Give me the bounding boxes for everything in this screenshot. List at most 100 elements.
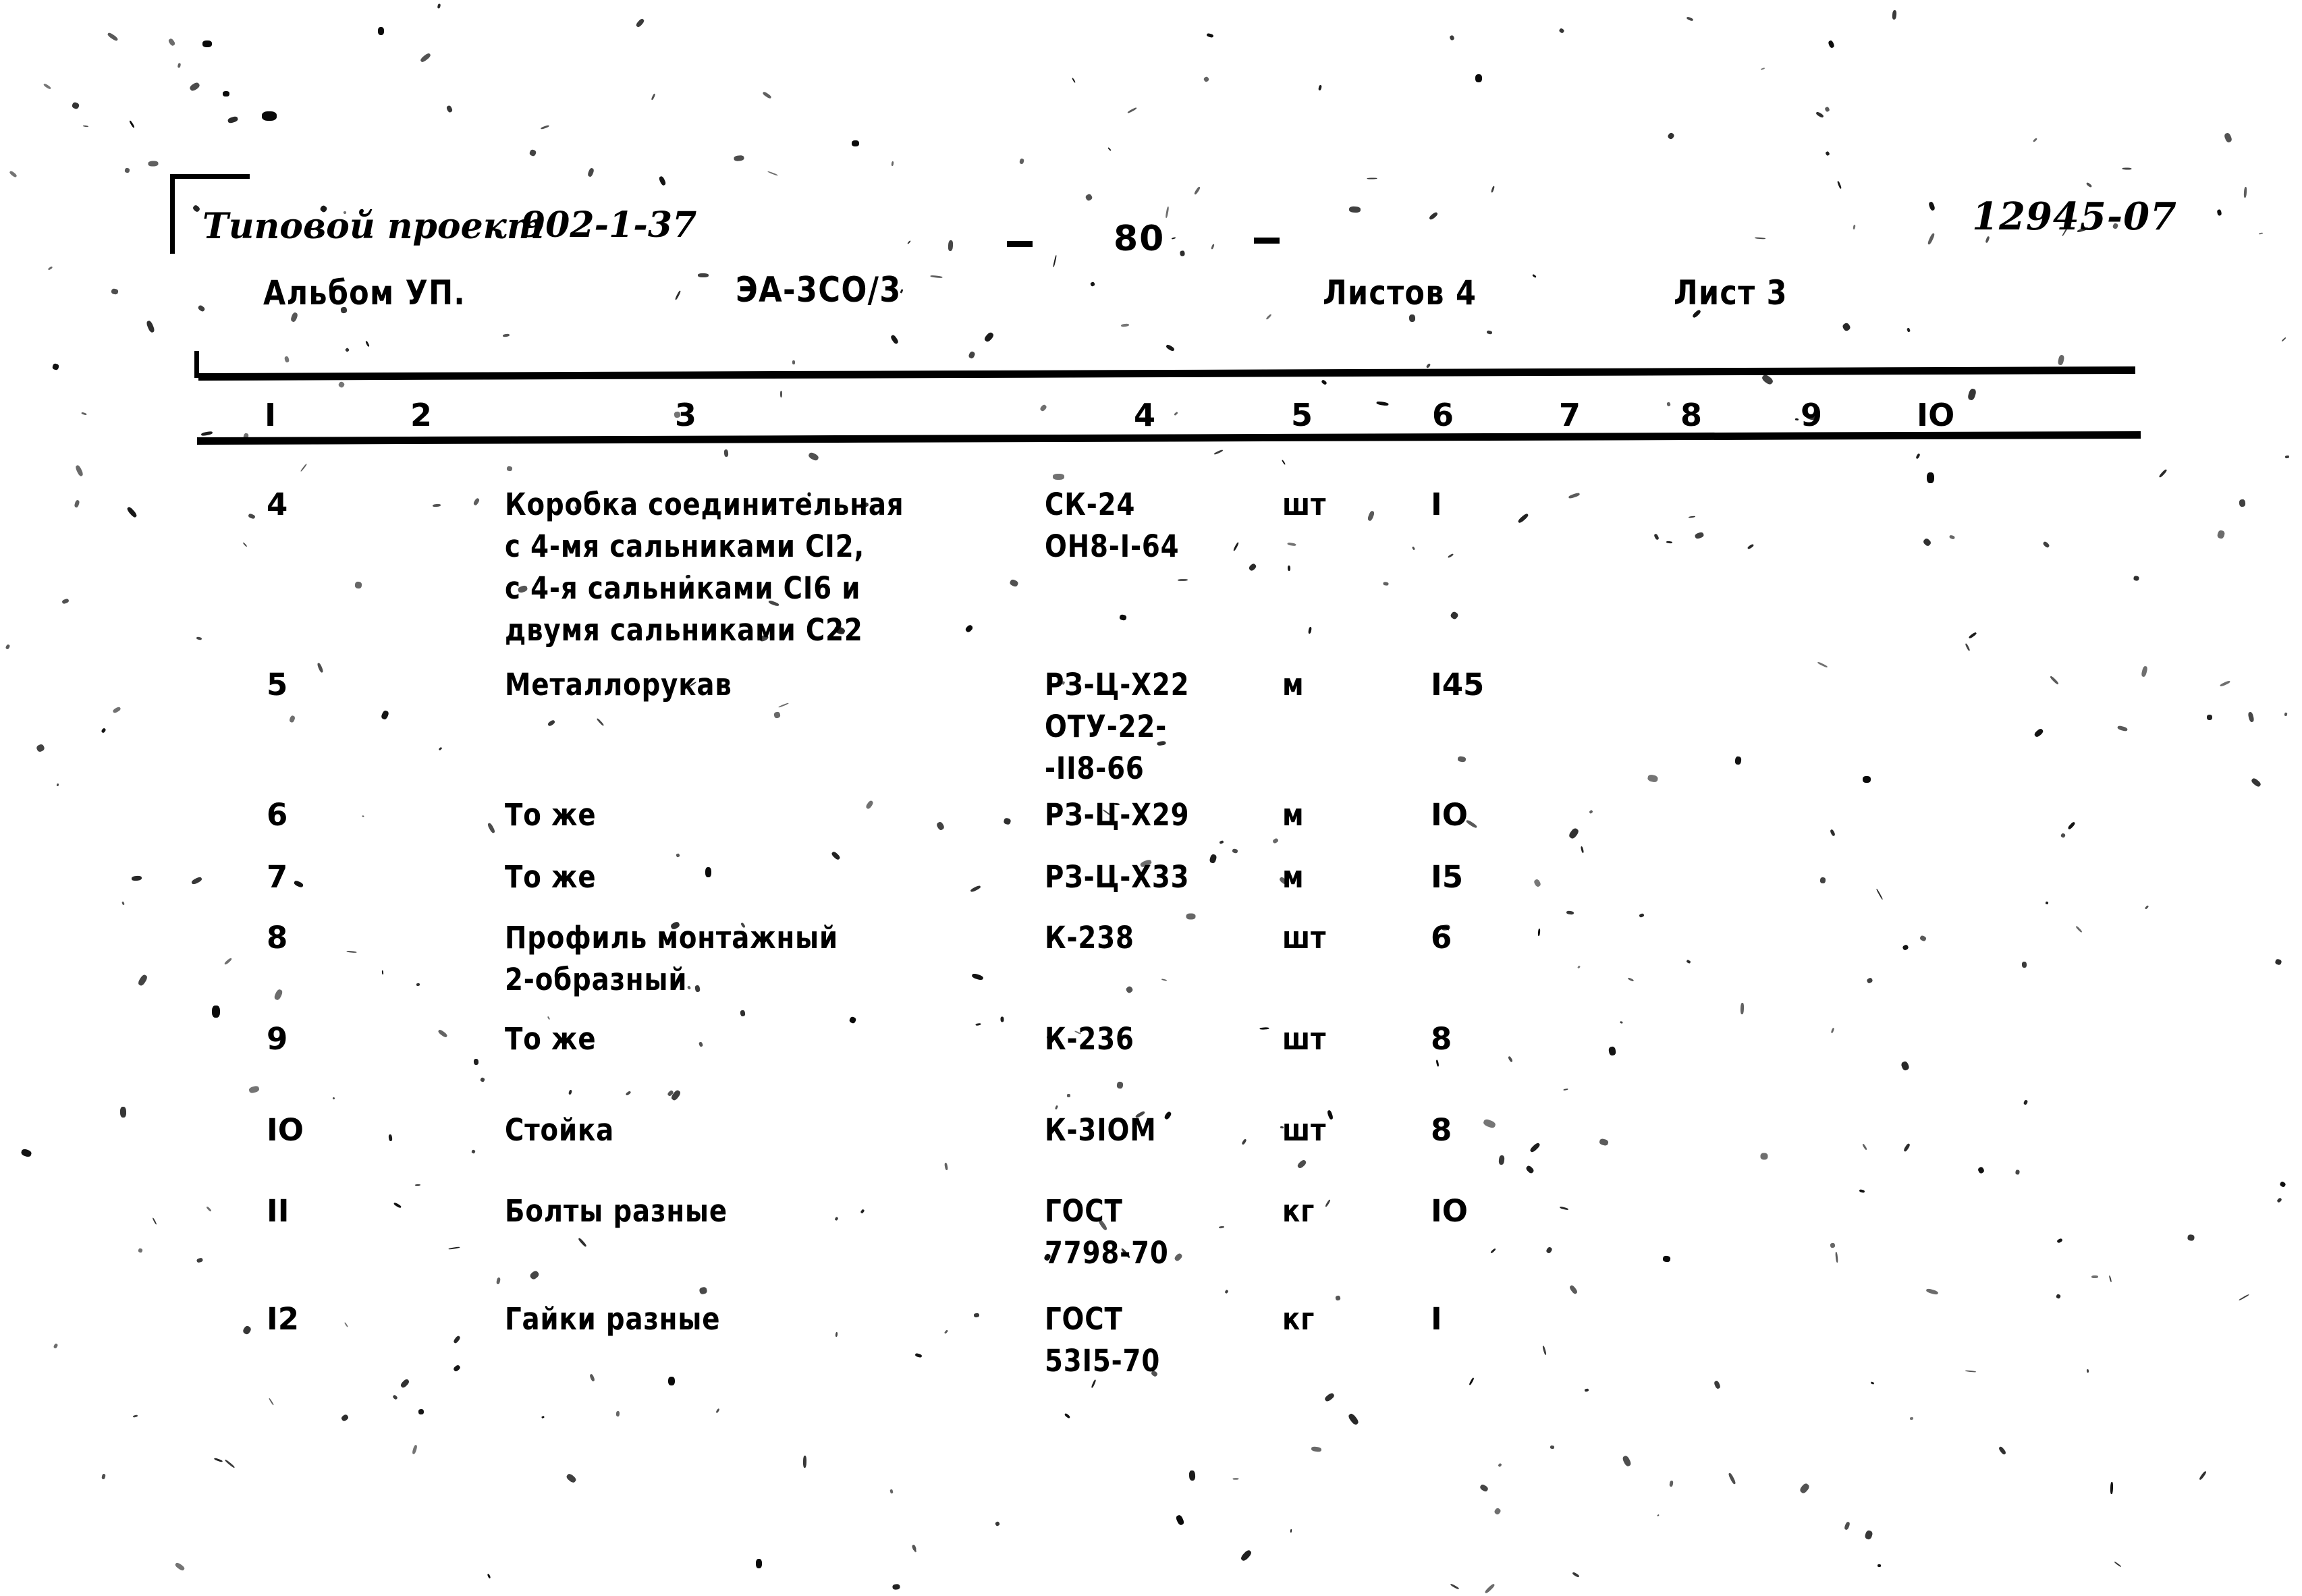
scan-speck [778, 703, 789, 708]
scan-speck [432, 503, 441, 507]
scan-speck [756, 1559, 762, 1568]
scan-speck [137, 973, 148, 987]
scan-speck [1425, 363, 1431, 368]
scan-speck [1206, 32, 1214, 38]
scan-speck [2023, 1099, 2029, 1105]
scan-speck [1815, 111, 1824, 119]
row-position-number: I2 [267, 1301, 300, 1337]
row-spec-line: К-238 [1045, 920, 1134, 956]
column-header-8: 8 [1680, 397, 1703, 433]
scan-speck [1318, 84, 1322, 91]
scan-speck [1998, 1446, 2007, 1456]
page-number-dash-right [1254, 238, 1280, 244]
row-name-line: То же [505, 797, 597, 833]
page-number-dash-left [1007, 241, 1033, 247]
scan-speck [1180, 250, 1185, 256]
scan-speck [2033, 727, 2044, 738]
scan-speck [1116, 1081, 1124, 1089]
scan-speck [1174, 411, 1178, 416]
scan-speck [416, 983, 420, 987]
scan-speck [848, 1016, 857, 1024]
scan-speck [1323, 1392, 1336, 1403]
scan-speck [1844, 1521, 1851, 1531]
scan-speck [1877, 1564, 1882, 1568]
scan-speck [2042, 541, 2050, 549]
scan-speck [1175, 1514, 1185, 1526]
scan-speck [1287, 542, 1296, 547]
scan-speck [2281, 337, 2286, 342]
scan-speck [1125, 985, 1134, 994]
scan-speck [1713, 1380, 1722, 1389]
scan-speck [1186, 913, 1196, 920]
scan-speck [975, 1022, 981, 1026]
scan-speck [2250, 777, 2262, 788]
scan-speck [860, 1209, 865, 1214]
scan-speck [1639, 913, 1645, 918]
scan-speck [2045, 901, 2049, 905]
scan-speck [1915, 453, 1921, 460]
scan-speck [448, 1246, 460, 1250]
scan-speck [1517, 512, 1529, 524]
scan-speck [1449, 610, 1460, 621]
scan-speck [834, 1216, 839, 1221]
scan-speck [1203, 76, 1210, 83]
scan-speck [101, 1473, 106, 1480]
scan-speck [1734, 756, 1742, 765]
sheets-total-label: Листов 4 [1323, 273, 1477, 312]
scan-speck [1107, 147, 1112, 151]
scan-speck [1835, 1251, 1838, 1263]
scan-speck [129, 120, 135, 128]
scan-speck [1799, 1482, 1811, 1495]
scan-speck [1490, 1248, 1496, 1254]
scan-speck [332, 1097, 335, 1100]
scan-speck [1747, 543, 1755, 550]
scan-speck [914, 1549, 917, 1553]
corner-mark-vertical [170, 174, 175, 254]
scan-speck [1627, 977, 1635, 982]
scan-speck [1599, 1138, 1609, 1147]
scan-speck [1259, 1027, 1269, 1030]
scan-speck [1657, 1514, 1660, 1517]
scan-speck [1127, 107, 1137, 114]
scan-speck [1584, 1388, 1589, 1392]
scan-speck [2276, 1197, 2282, 1203]
scan-speck [419, 52, 432, 63]
scan-speck [889, 334, 900, 345]
row-name-line: Металлорукав [505, 667, 732, 703]
scan-speck [1475, 74, 1482, 82]
scan-speck [1529, 1142, 1541, 1153]
scan-speck [1486, 330, 1493, 335]
scan-speck [1922, 537, 1932, 547]
scan-speck [1232, 542, 1240, 551]
scan-speck [506, 466, 513, 472]
scan-speck [148, 161, 159, 167]
scan-speck [1568, 827, 1580, 840]
scan-speck [1760, 67, 1765, 70]
scan-speck [1165, 206, 1170, 219]
scan-speck [541, 1415, 545, 1419]
scan-speck [2032, 138, 2038, 142]
scan-speck [1620, 1020, 1623, 1024]
scan-speck [1428, 211, 1439, 221]
scan-speck [2274, 958, 2282, 966]
scan-speck [1325, 1199, 1331, 1207]
scan-speck [658, 175, 667, 186]
scan-speck [487, 822, 496, 834]
scan-speck [944, 1162, 948, 1171]
scan-speck [392, 1394, 398, 1400]
row-name-line: с 4-я сальниками СI6 и [505, 570, 861, 606]
scan-speck [1218, 1226, 1225, 1229]
scan-speck [273, 988, 283, 1001]
scan-speck [74, 499, 80, 508]
scan-speck [1537, 928, 1541, 937]
row-quantity: 6 [1431, 920, 1452, 956]
scan-speck [1909, 1416, 1914, 1421]
scan-speck [668, 1377, 675, 1385]
scan-speck [1568, 492, 1581, 499]
scan-speck [188, 81, 201, 92]
row-quantity: 8 [1431, 1112, 1452, 1148]
scan-speck [715, 1408, 720, 1414]
scan-speck [865, 800, 875, 810]
scan-speck [1089, 281, 1096, 287]
scan-speck [651, 93, 656, 101]
